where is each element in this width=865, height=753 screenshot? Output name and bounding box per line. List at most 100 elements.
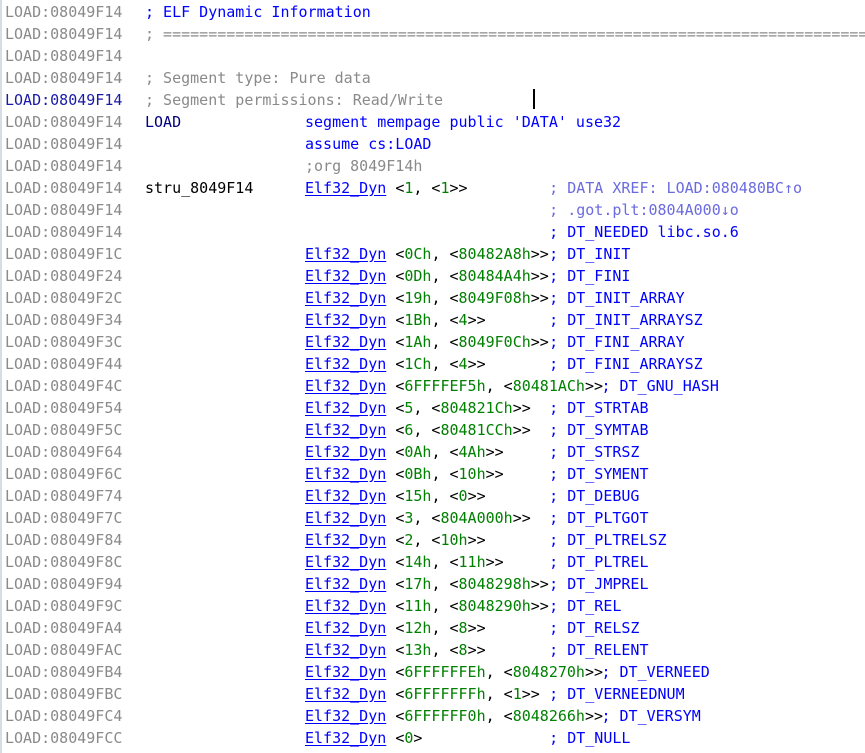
dyn-instruction[interactable]: Elf32_Dyn <19h, <8049F08h>> — [305, 287, 549, 309]
struct-args: <17h, <8048298h>> — [395, 575, 549, 593]
address: LOAD:08049F7C — [5, 509, 123, 527]
address: LOAD:08049F24 — [5, 267, 123, 285]
struct-type-mnemonic[interactable]: Elf32_Dyn — [305, 245, 386, 263]
dyn-instruction[interactable]: Elf32_Dyn <6, <80481CCh>> — [305, 419, 531, 441]
dyn-tag-comment: ; DT_VERNEED — [601, 663, 710, 681]
dyn-instruction[interactable]: Elf32_Dyn <2, <10h>> — [305, 529, 486, 551]
xref-comment[interactable]: ; .got.plt:0804A000↓o — [549, 199, 739, 221]
text-cursor — [533, 89, 535, 109]
struct-type-mnemonic[interactable]: Elf32_Dyn — [305, 641, 386, 659]
address: LOAD:08049F54 — [5, 399, 123, 417]
dyn-instruction[interactable]: Elf32_Dyn <6FFFFEF5h, <80481ACh>> — [305, 375, 603, 397]
struct-label[interactable]: stru_8049F14 — [145, 177, 253, 199]
struct-args: <0Bh, <10h>> — [395, 465, 504, 483]
struct-type-mnemonic[interactable]: Elf32_Dyn — [305, 729, 386, 747]
struct-type-mnemonic[interactable]: Elf32_Dyn — [305, 333, 386, 351]
dyn-tag-comment: ; DT_PLTGOT — [549, 509, 649, 527]
struct-type-mnemonic[interactable]: Elf32_Dyn — [305, 399, 386, 417]
struct-args: <2, <10h>> — [395, 531, 486, 549]
struct-type-mnemonic[interactable]: Elf32_Dyn — [305, 355, 386, 373]
struct-args: <6FFFFFF0h, <8048266h>> — [395, 707, 604, 725]
dyn-tag-comment: ; DT_INIT_ARRAYSZ — [549, 311, 703, 329]
dyn-tag-comment: ; DT_FINI — [549, 267, 631, 285]
struct-type-mnemonic[interactable]: Elf32_Dyn — [305, 443, 386, 461]
struct-args: <0> — [395, 729, 423, 747]
listing-line-current[interactable]: LOAD:08049F14 ; Segment permissions: Rea… — [2, 89, 443, 111]
listing-line[interactable]: LOAD:08049F14 ; ========================… — [2, 23, 865, 45]
dyn-tag-comment: ; DT_REL — [549, 597, 622, 615]
struct-type-mnemonic[interactable]: Elf32_Dyn — [305, 553, 386, 571]
dyn-instruction[interactable]: Elf32_Dyn <12h, <8>> — [305, 617, 486, 639]
struct-type-mnemonic[interactable]: Elf32_Dyn — [305, 179, 386, 197]
address: LOAD:08049F9C — [5, 597, 123, 615]
dyn-instruction[interactable]: Elf32_Dyn <1, <1>> — [305, 177, 468, 199]
listing-line[interactable]: LOAD:08049F14 — [2, 45, 122, 67]
assume-directive: assume cs:LOAD — [305, 135, 432, 153]
address: LOAD:08049FBC — [5, 685, 123, 703]
dyn-tag-comment: ; DT_RELSZ — [549, 619, 640, 637]
segment-name[interactable]: LOAD — [145, 111, 181, 133]
struct-args: <13h, <8>> — [395, 641, 486, 659]
struct-type-mnemonic[interactable]: Elf32_Dyn — [305, 685, 386, 703]
struct-type-mnemonic[interactable]: Elf32_Dyn — [305, 487, 386, 505]
struct-args: <1Bh, <4>> — [395, 311, 486, 329]
struct-type-mnemonic[interactable]: Elf32_Dyn — [305, 531, 386, 549]
address: LOAD:08049F5C — [5, 421, 123, 439]
address: LOAD:08049F14 — [5, 47, 123, 65]
dyn-instruction[interactable]: Elf32_Dyn <14h, <11h>> — [305, 551, 504, 573]
dyn-instruction[interactable]: Elf32_Dyn <6FFFFFF0h, <8048266h>> — [305, 705, 603, 727]
listing-line[interactable]: LOAD:08049F14 LOAD segment mempage publi… — [2, 111, 621, 133]
listing-line[interactable]: LOAD:08049F14 assume cs:LOAD — [2, 133, 431, 155]
address: LOAD:08049F74 — [5, 487, 123, 505]
dyn-instruction[interactable]: Elf32_Dyn <0Ch, <80482A8h>> — [305, 243, 549, 265]
dyn-instruction[interactable]: Elf32_Dyn <1Ah, <8049F0Ch>> — [305, 331, 549, 353]
dyn-tag-comment: ; DT_NEEDED libc.so.6 — [549, 223, 739, 241]
struct-type-mnemonic[interactable]: Elf32_Dyn — [305, 377, 386, 395]
dyn-instruction[interactable]: Elf32_Dyn <11h, <8048290h>> — [305, 595, 549, 617]
address: LOAD:08049FAC — [5, 641, 123, 659]
struct-type-mnemonic[interactable]: Elf32_Dyn — [305, 575, 386, 593]
struct-type-mnemonic[interactable]: Elf32_Dyn — [305, 421, 386, 439]
struct-type-mnemonic[interactable]: Elf32_Dyn — [305, 663, 386, 681]
dyn-instruction[interactable]: Elf32_Dyn <0> — [305, 727, 422, 749]
struct-type-mnemonic[interactable]: Elf32_Dyn — [305, 707, 386, 725]
address: LOAD:08049F14 — [5, 25, 123, 43]
dyn-instruction[interactable]: Elf32_Dyn <17h, <8048298h>> — [305, 573, 549, 595]
listing-line[interactable]: LOAD:08049F14 ;org 8049F14h — [2, 155, 422, 177]
struct-args: <0Dh, <80484A4h>> — [395, 267, 549, 285]
struct-type-mnemonic[interactable]: Elf32_Dyn — [305, 619, 386, 637]
dyn-tag-comment: ; DT_INIT_ARRAY — [549, 289, 685, 307]
dyn-instruction[interactable]: Elf32_Dyn <13h, <8>> — [305, 639, 486, 661]
dyn-instruction[interactable]: Elf32_Dyn <5, <804821Ch>> — [305, 397, 531, 419]
dyn-instruction[interactable]: Elf32_Dyn <1Ch, <4>> — [305, 353, 486, 375]
struct-type-mnemonic[interactable]: Elf32_Dyn — [305, 509, 386, 527]
dyn-instruction[interactable]: Elf32_Dyn <0Ah, <4Ah>> — [305, 441, 504, 463]
struct-args: <6FFFFFFFh, <1>> — [395, 685, 540, 703]
address: LOAD:08049F2C — [5, 289, 123, 307]
dyn-instruction[interactable]: Elf32_Dyn <6FFFFFFEh, <8048270h>> — [305, 661, 603, 683]
dyn-instruction[interactable]: Elf32_Dyn <0Dh, <80484A4h>> — [305, 265, 549, 287]
listing-line[interactable]: LOAD:08049F14 ; ELF Dynamic Information — [2, 1, 371, 23]
struct-args: <1, <1>> — [395, 179, 468, 197]
struct-type-mnemonic[interactable]: Elf32_Dyn — [305, 597, 386, 615]
struct-type-mnemonic[interactable]: Elf32_Dyn — [305, 267, 386, 285]
struct-args: <1Ah, <8049F0Ch>> — [395, 333, 549, 351]
dyn-instruction[interactable]: Elf32_Dyn <0Bh, <10h>> — [305, 463, 504, 485]
struct-type-mnemonic[interactable]: Elf32_Dyn — [305, 465, 386, 483]
xref-comment[interactable]: ; DATA XREF: LOAD:080480BC↑o — [549, 177, 802, 199]
dyn-instruction[interactable]: Elf32_Dyn <3, <804A000h>> — [305, 507, 531, 529]
disassembly-view[interactable]: LOAD:08049F14 ; ELF Dynamic Information … — [0, 0, 865, 753]
listing-line[interactable]: LOAD:08049F14 ; Segment type: Pure data — [2, 67, 371, 89]
address: LOAD:08049F14 — [5, 113, 123, 131]
dyn-tag-comment: ; DT_SYMENT — [549, 465, 649, 483]
address: LOAD:08049FB4 — [5, 663, 123, 681]
struct-type-mnemonic[interactable]: Elf32_Dyn — [305, 311, 386, 329]
dyn-instruction[interactable]: Elf32_Dyn <1Bh, <4>> — [305, 309, 486, 331]
struct-type-mnemonic[interactable]: Elf32_Dyn — [305, 289, 386, 307]
address: LOAD:08049FC4 — [5, 707, 123, 725]
struct-args: <19h, <8049F08h>> — [395, 289, 549, 307]
struct-args: <6FFFFEF5h, <80481ACh>> — [395, 377, 604, 395]
dyn-instruction[interactable]: Elf32_Dyn <15h, <0>> — [305, 485, 486, 507]
address: LOAD:08049F14 — [5, 3, 123, 21]
dyn-instruction[interactable]: Elf32_Dyn <6FFFFFFFh, <1>> — [305, 683, 540, 705]
